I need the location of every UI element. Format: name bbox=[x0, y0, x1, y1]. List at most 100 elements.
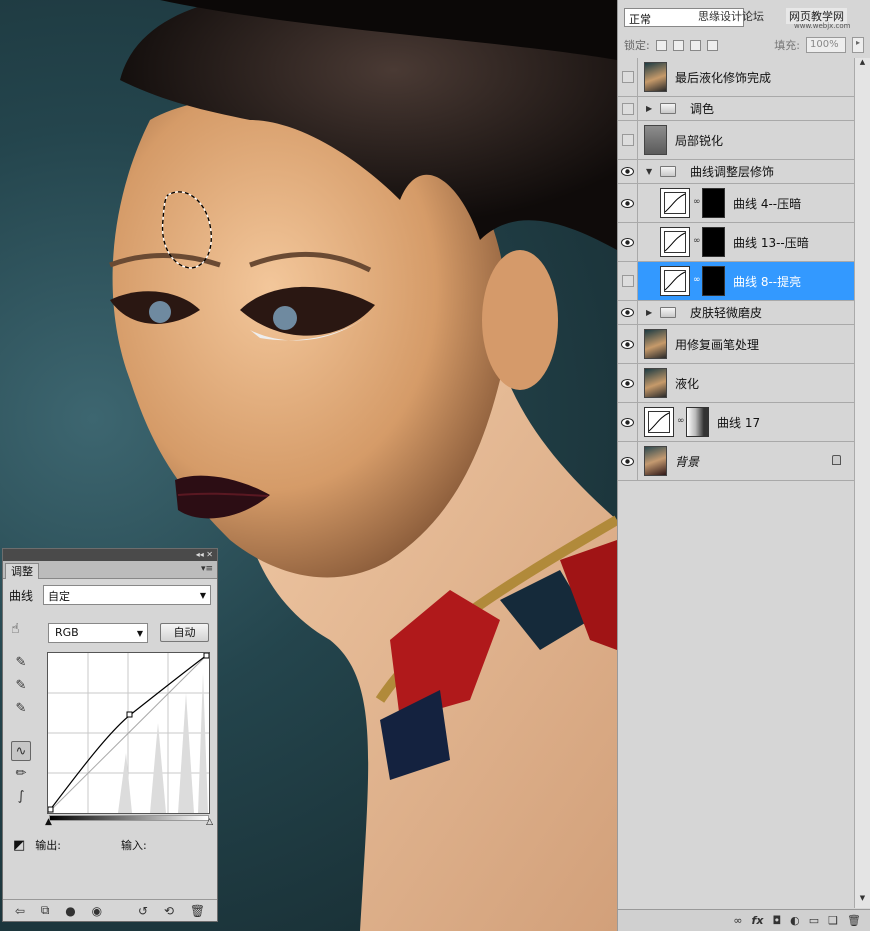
input-sliders: ▲ △ bbox=[45, 817, 213, 827]
hidden-eye-icon bbox=[621, 71, 634, 83]
layers-scrollbar[interactable]: ▲ ▼ bbox=[854, 58, 870, 908]
panel-titlebar[interactable]: ◂◂ ✕ bbox=[3, 549, 217, 561]
layer-name: 局部锐化 bbox=[675, 133, 724, 148]
channel-value: RGB bbox=[55, 626, 79, 639]
eye-icon bbox=[621, 339, 634, 349]
lock-position-icon[interactable] bbox=[689, 39, 701, 51]
new-layer-icon[interactable]: ❑ bbox=[828, 914, 838, 927]
layer-thumbnail bbox=[644, 368, 667, 398]
layer-mask-thumbnail[interactable] bbox=[702, 227, 725, 257]
visibility-toggle[interactable] bbox=[618, 97, 638, 120]
link-icon[interactable]: ∞ bbox=[693, 197, 701, 209]
layer-row[interactable]: 最后液化修饰完成 bbox=[618, 58, 855, 97]
visibility-toggle[interactable] bbox=[618, 121, 638, 159]
layer-row[interactable]: 液化 bbox=[618, 364, 855, 403]
layer-style-icon[interactable]: fx bbox=[752, 914, 764, 927]
back-arrow-icon[interactable]: ⇦ bbox=[15, 904, 25, 918]
visibility-toggle[interactable] bbox=[618, 223, 638, 261]
clip-layer-icon[interactable]: ● bbox=[65, 904, 75, 918]
link-layers-icon[interactable]: ∞ bbox=[733, 914, 742, 927]
delete-layer-icon[interactable]: 🗑 bbox=[847, 914, 861, 927]
visibility-toggle[interactable] bbox=[618, 262, 638, 300]
curve-svg bbox=[47, 652, 210, 814]
gray-eyedropper-icon[interactable]: ✎ bbox=[11, 676, 31, 696]
link-icon[interactable]: ∞ bbox=[693, 236, 701, 248]
layer-thumbnail bbox=[644, 125, 667, 155]
panel-tabs: 调整 ▾≡ bbox=[3, 561, 217, 579]
layer-thumbnail bbox=[644, 62, 667, 92]
layer-row[interactable]: 局部锐化 bbox=[618, 121, 855, 160]
layer-group-row[interactable]: ▶ 皮肤轻微磨皮 bbox=[618, 301, 855, 325]
layer-row-selected[interactable]: ∞ 曲线 8--提亮 bbox=[618, 262, 855, 301]
expand-arrow-icon[interactable]: ▶ bbox=[646, 308, 656, 317]
lock-pixels-icon[interactable] bbox=[672, 39, 684, 51]
lock-row: 锁定: 填充: 100% ▸ bbox=[624, 36, 864, 54]
black-point-slider-icon[interactable]: ▲ bbox=[45, 817, 52, 827]
curve-graph[interactable] bbox=[47, 652, 210, 814]
layer-mask-thumbnail[interactable] bbox=[686, 407, 709, 437]
white-point-slider-icon[interactable]: △ bbox=[206, 817, 213, 827]
collapse-arrow-icon[interactable]: ▼ bbox=[646, 167, 656, 176]
scroll-up-icon[interactable]: ▲ bbox=[855, 58, 870, 72]
lock-transparency-icon[interactable] bbox=[655, 39, 667, 51]
layer-mask-thumbnail[interactable] bbox=[702, 266, 725, 296]
adjustment-layer-icon[interactable]: ◐ bbox=[790, 914, 800, 927]
layer-group-row[interactable]: ▼ 曲线调整层修饰 bbox=[618, 160, 855, 184]
visibility-toggle[interactable] bbox=[618, 364, 638, 402]
layer-mask-thumbnail[interactable] bbox=[702, 188, 725, 218]
visibility-toggle[interactable] bbox=[618, 301, 638, 324]
new-group-icon[interactable]: ▭ bbox=[809, 914, 819, 927]
layer-name: 曲线 4--压暗 bbox=[733, 196, 802, 211]
layer-thumbnail bbox=[644, 329, 667, 359]
view-previous-icon[interactable]: ↺ bbox=[138, 904, 148, 918]
reset-icon[interactable]: ⟲ bbox=[164, 904, 174, 918]
add-mask-icon[interactable]: ◘ bbox=[772, 914, 781, 927]
visibility-toggle[interactable] bbox=[618, 442, 638, 480]
expand-arrow-icon[interactable]: ▶ bbox=[646, 104, 656, 113]
channel-select[interactable]: RGB ▼ bbox=[48, 623, 148, 643]
visibility-eye-icon[interactable]: ◉ bbox=[92, 904, 102, 918]
panel-menu-icon[interactable]: ▾≡ bbox=[201, 564, 213, 574]
layers-footer: ∞ fx ◘ ◐ ▭ ❑ 🗑 bbox=[618, 909, 870, 931]
layer-row[interactable]: ∞ 曲线 4--压暗 bbox=[618, 184, 855, 223]
curve-tools: ✎ ✎ ✎ ∿ ✏ ∫ bbox=[11, 653, 33, 810]
layers-panel: 正常 思缘设计论坛 网页教学网 www.webjx.com 锁定: 填充: 10… bbox=[617, 0, 870, 931]
lock-label: 锁定: bbox=[624, 39, 650, 52]
curve-point-tool-icon[interactable]: ∿ bbox=[11, 741, 31, 761]
link-icon[interactable]: ∞ bbox=[677, 416, 685, 428]
layer-name: 曲线 8--提亮 bbox=[733, 274, 802, 289]
layer-row[interactable]: ∞ 曲线 17 bbox=[618, 403, 855, 442]
layer-row[interactable]: 用修复画笔处理 bbox=[618, 325, 855, 364]
eye-icon bbox=[621, 237, 634, 247]
layer-thumbnail bbox=[644, 446, 667, 476]
layer-row-background[interactable]: 背景 bbox=[618, 442, 855, 481]
targeted-adjust-icon[interactable]: ☝ bbox=[11, 621, 20, 637]
visibility-toggle[interactable] bbox=[618, 403, 638, 441]
visibility-toggle[interactable] bbox=[618, 58, 638, 96]
hidden-eye-icon bbox=[621, 275, 634, 287]
tab-adjustments[interactable]: 调整 bbox=[5, 563, 39, 579]
link-icon[interactable]: ∞ bbox=[693, 275, 701, 287]
layer-row[interactable]: ∞ 曲线 13--压暗 bbox=[618, 223, 855, 262]
clipping-icon[interactable]: ◩ bbox=[13, 838, 25, 853]
preset-select[interactable]: 自定 ▼ bbox=[43, 585, 211, 605]
output-label: 输出: bbox=[35, 839, 62, 852]
hidden-eye-icon bbox=[621, 102, 634, 115]
smooth-icon[interactable]: ∫ bbox=[11, 787, 31, 807]
chevron-down-icon: ▼ bbox=[199, 591, 206, 600]
visibility-toggle[interactable] bbox=[618, 325, 638, 363]
chevron-down-icon: ▼ bbox=[136, 629, 143, 638]
fill-arrow-icon[interactable]: ▸ bbox=[852, 37, 864, 53]
pencil-icon[interactable]: ✏ bbox=[11, 764, 31, 784]
white-eyedropper-icon[interactable]: ✎ bbox=[11, 699, 31, 719]
lock-all-icon[interactable] bbox=[706, 39, 718, 51]
layer-group-row[interactable]: ▶ 调色 bbox=[618, 97, 855, 121]
expand-view-icon[interactable]: ⧉ bbox=[41, 903, 50, 918]
scroll-down-icon[interactable]: ▼ bbox=[855, 894, 870, 908]
visibility-toggle[interactable] bbox=[618, 160, 638, 183]
auto-button[interactable]: 自动 bbox=[160, 623, 209, 642]
fill-input[interactable]: 100% bbox=[806, 37, 846, 53]
visibility-toggle[interactable] bbox=[618, 184, 638, 222]
delete-adjustment-icon[interactable]: 🗑 bbox=[190, 904, 205, 918]
black-eyedropper-icon[interactable]: ✎ bbox=[11, 653, 31, 673]
